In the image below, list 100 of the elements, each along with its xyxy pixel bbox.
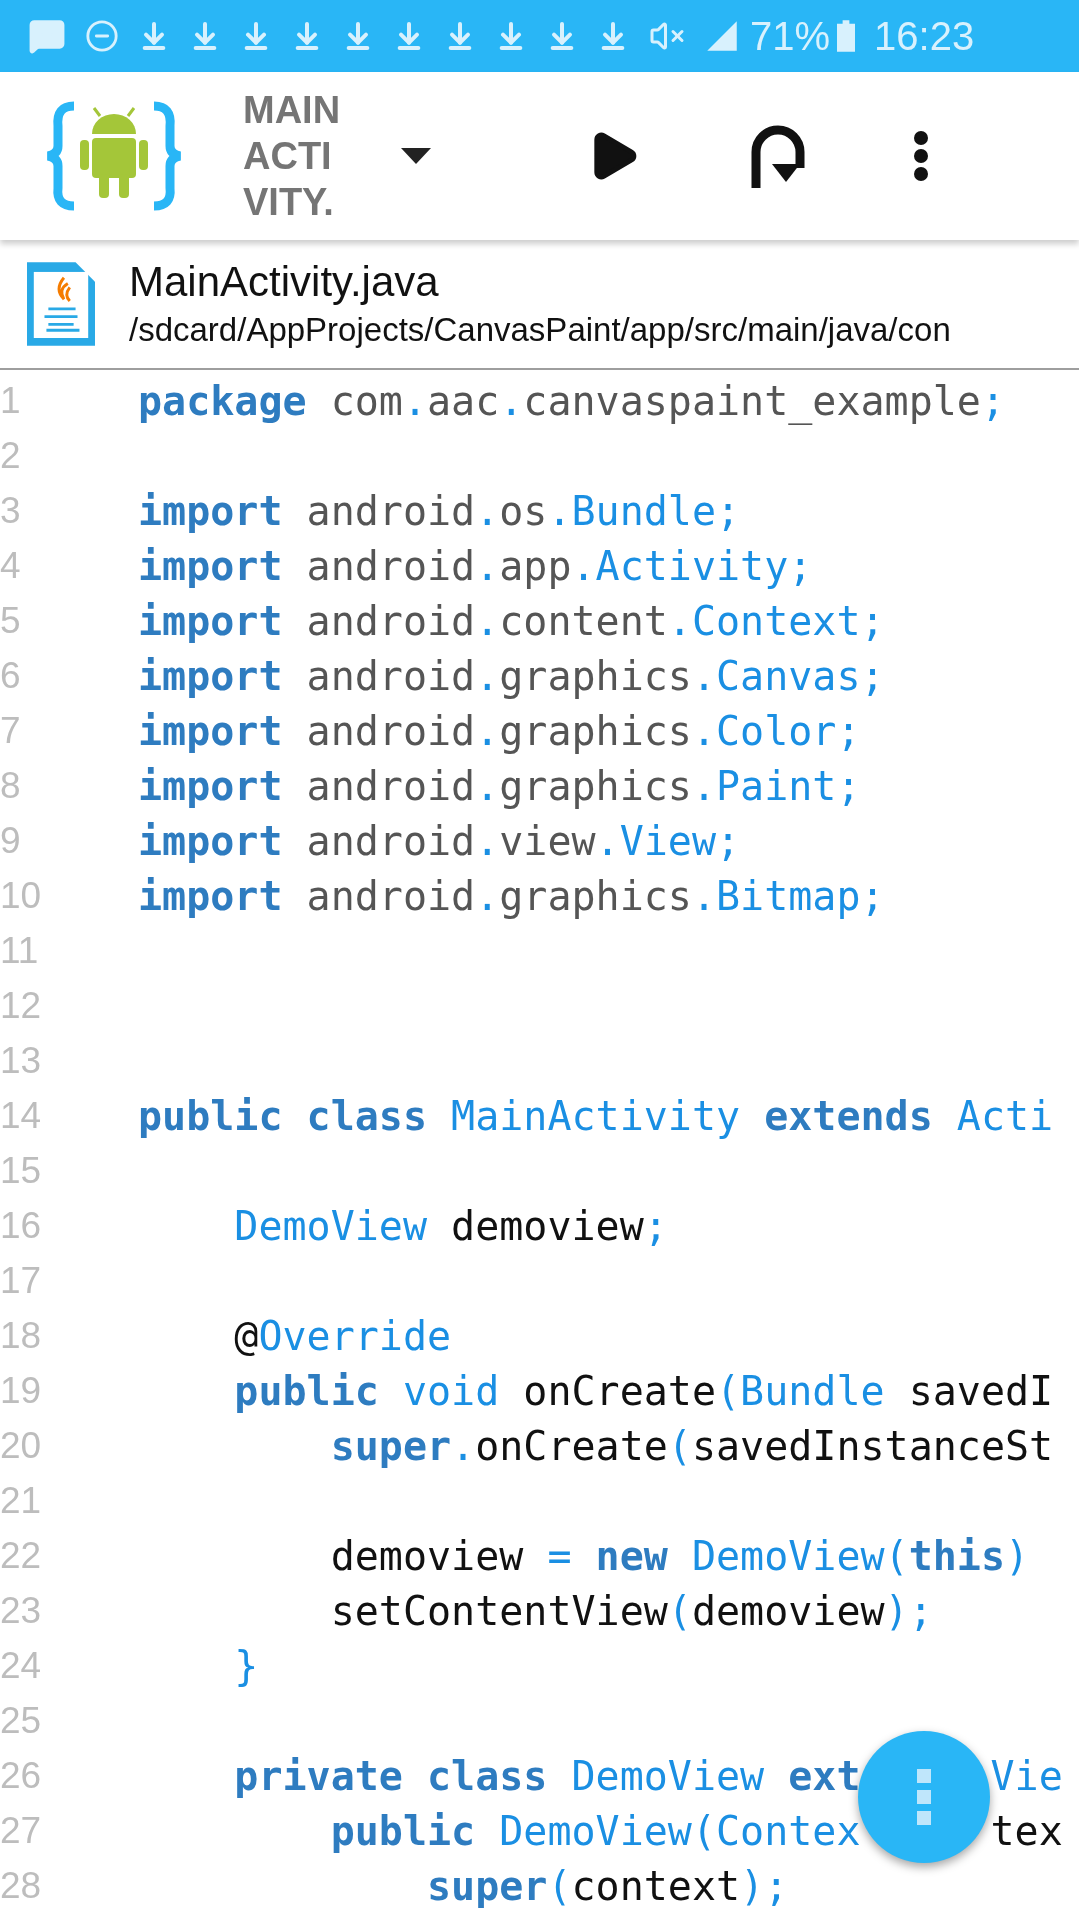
- code-text: .: [571, 545, 596, 586]
- code-text: Acti: [955, 1095, 1054, 1136]
- line-number: 5: [0, 602, 22, 639]
- code-text: View: [619, 820, 716, 861]
- code-text: public: [233, 1370, 379, 1411]
- code-text: .: [475, 765, 500, 806]
- signal-icon: [705, 19, 739, 53]
- line-number: 23: [0, 1592, 43, 1629]
- code-text: public: [329, 1810, 476, 1851]
- line-number: 4: [0, 547, 22, 584]
- code-text: setContentView: [329, 1590, 668, 1631]
- code-text: .: [691, 765, 716, 806]
- code-text: Contex: [716, 1810, 861, 1851]
- code-text: this: [908, 1535, 1005, 1576]
- line-number: 25: [0, 1702, 43, 1739]
- line-number: 7: [0, 712, 22, 749]
- code-text: .: [691, 875, 716, 916]
- line-number: 11: [0, 932, 40, 969]
- code-text: ;: [716, 490, 741, 531]
- java-file-icon: [27, 261, 95, 347]
- line-number: 10: [0, 877, 43, 914]
- code-text: android: [305, 655, 476, 696]
- file-dropdown[interactable]: MAIN ACTI VITY.: [243, 72, 431, 240]
- code-text: );: [884, 1590, 933, 1631]
- code-text: ): [1005, 1535, 1030, 1576]
- line-number: 1: [0, 382, 22, 419]
- line-number: 8: [0, 767, 22, 804]
- code-text: ;: [860, 655, 885, 696]
- code-text: Vie: [990, 1755, 1063, 1796]
- code-text: android: [305, 765, 476, 806]
- line-number: 24: [0, 1647, 43, 1684]
- line-number: 28: [0, 1867, 43, 1904]
- dropdown-caret-icon: [401, 148, 431, 164]
- code-text: super: [329, 1425, 452, 1466]
- code-text: private class: [233, 1755, 548, 1796]
- code-text: .: [691, 655, 716, 696]
- code-text: new: [594, 1535, 668, 1576]
- line-number: 12: [0, 987, 43, 1024]
- code-text: aac: [427, 380, 500, 421]
- code-text: ext: [787, 1755, 861, 1796]
- code-text: (: [547, 1865, 572, 1906]
- code-text: .: [547, 490, 572, 531]
- file-title: VITY.: [243, 180, 335, 225]
- code-text: .: [475, 655, 500, 696]
- code-text: android: [305, 875, 476, 916]
- code-text: ;: [980, 380, 1005, 421]
- code-text: ;: [716, 820, 741, 861]
- code-text: .: [595, 820, 620, 861]
- file-name: MainActivity.java: [129, 257, 440, 307]
- code-text: ;: [836, 765, 861, 806]
- code-text: onCreate: [475, 1425, 668, 1466]
- code-text: import: [138, 820, 283, 861]
- code-text: android: [305, 490, 476, 531]
- code-text: DemoView: [498, 1810, 692, 1851]
- code-text: view: [499, 820, 596, 861]
- code-text: ;: [643, 1205, 668, 1246]
- line-number: 9: [0, 822, 22, 859]
- code-text: }: [233, 1645, 259, 1686]
- code-text: demoview: [691, 1590, 885, 1631]
- code-text: android: [305, 820, 476, 861]
- line-number: 27: [0, 1812, 43, 1849]
- code-text: com: [329, 380, 403, 421]
- file-title: MAIN: [243, 88, 342, 133]
- message-icon: [28, 17, 66, 55]
- line-number: 14: [0, 1097, 43, 1134]
- code-text: import: [138, 600, 283, 641]
- code-text: .: [475, 545, 500, 586]
- code-text: import: [138, 545, 283, 586]
- code-text: Bundle: [740, 1370, 885, 1411]
- code-text: android: [305, 710, 476, 751]
- code-text: .: [691, 710, 716, 751]
- code-text: Bundle: [571, 490, 716, 531]
- code-text: import: [138, 655, 283, 696]
- code-text: Override: [258, 1315, 452, 1356]
- line-number: 13: [0, 1042, 43, 1079]
- code-text: savedI: [907, 1370, 1054, 1411]
- code-text: .: [402, 380, 427, 421]
- code-text: (: [716, 1370, 741, 1411]
- code-text: DemoView: [570, 1755, 765, 1796]
- code-text: (: [667, 1590, 692, 1631]
- code-text: tex: [990, 1810, 1063, 1851]
- code-text: .: [451, 1425, 476, 1466]
- code-text: package: [138, 380, 307, 421]
- code-text: DemoView: [690, 1535, 885, 1576]
- code-text: savedInstanceSt: [691, 1425, 1054, 1466]
- code-text: .: [475, 490, 500, 531]
- battery-icon: [837, 20, 856, 52]
- line-number: 16: [0, 1207, 43, 1244]
- vertical-dots-icon: [917, 1769, 931, 1825]
- code-text: .: [475, 600, 500, 641]
- code-text: import: [138, 490, 283, 531]
- do-not-disturb-icon: [85, 19, 119, 53]
- line-number: 18: [0, 1317, 43, 1354]
- clock: 16:23: [874, 16, 975, 56]
- file-path: /sdcard/AppProjects/CanvasPaint/app/src/main/java/con: [129, 310, 951, 350]
- code-text: @: [233, 1315, 259, 1356]
- code-text: .: [475, 875, 500, 916]
- code-text: ;: [860, 875, 885, 916]
- line-number: 19: [0, 1372, 43, 1409]
- file-title: ACTI: [243, 134, 333, 179]
